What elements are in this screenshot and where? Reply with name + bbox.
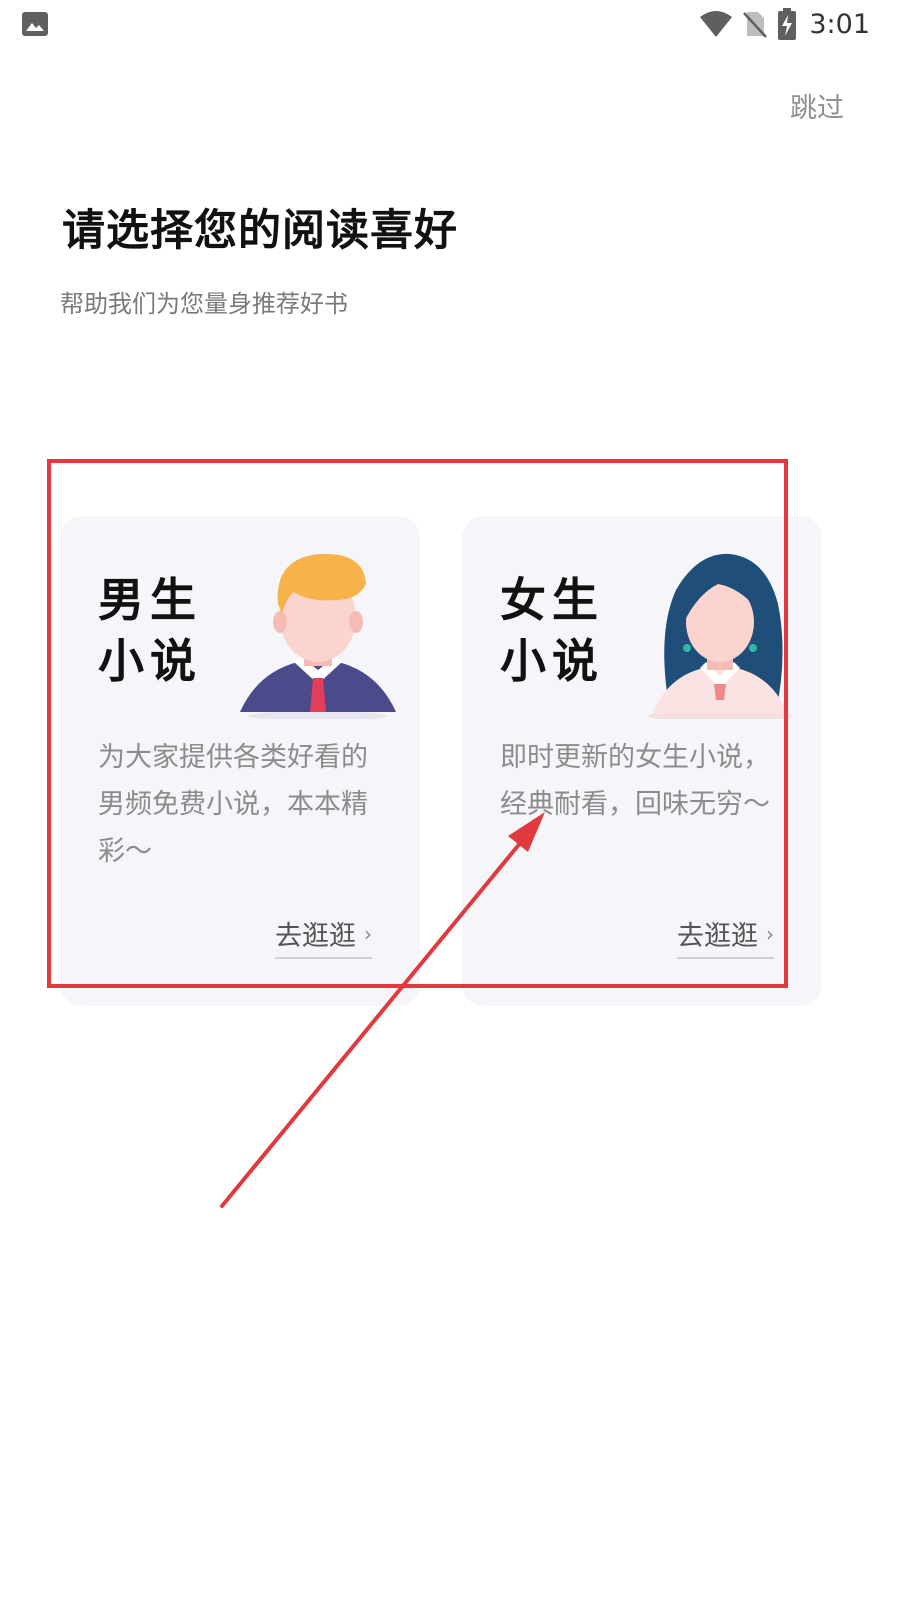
card-title: 女生 小说 [500,570,604,692]
female-avatar-icon [648,553,792,719]
card-title: 男生 小说 [98,570,202,692]
status-icons: 3:01 [699,6,870,42]
card-description: 为大家提供各类好看的男频免费小说，本本精彩～ [98,742,368,867]
male-novel-card[interactable]: 男生 小说 为大家提供各类好看的男频免费小说，本本精彩～ 去逛逛 › [60,516,420,1006]
page-subtitle: 帮助我们为您量身推荐好书 [60,290,348,318]
browse-link-label: 去逛逛 [677,921,758,952]
browse-link-label: 去逛逛 [275,921,356,952]
card-title-line: 女生 [500,573,604,627]
gallery-icon [22,12,48,36]
battery-charging-icon [778,8,797,40]
card-title-line: 小说 [500,634,604,688]
status-bar: 3:01 [0,0,900,50]
chevron-right-icon: › [364,921,372,946]
onboarding-screen: 3:01 跳过 请选择您的阅读喜好 帮助我们为您量身推荐好书 男生 小说 为大家… [0,0,900,1600]
no-sim-icon [743,12,768,38]
male-avatar-icon [240,553,396,719]
card-title-line: 男生 [98,573,202,627]
skip-button[interactable]: 跳过 [790,86,844,125]
card-title-line: 小说 [98,634,202,688]
status-time: 3:01 [809,8,870,40]
page-title: 请选择您的阅读喜好 [62,206,458,256]
browse-link[interactable]: 去逛逛 › [677,914,774,959]
card-description: 即时更新的女生小说，经典耐看，回味无穷～ [500,742,770,820]
wifi-icon [700,11,733,37]
female-novel-card[interactable]: 女生 小说 即时更新的女生小说，经典耐看，回味无穷～ 去逛逛 › [462,516,822,1006]
chevron-right-icon: › [766,921,774,946]
browse-link[interactable]: 去逛逛 › [275,914,372,959]
